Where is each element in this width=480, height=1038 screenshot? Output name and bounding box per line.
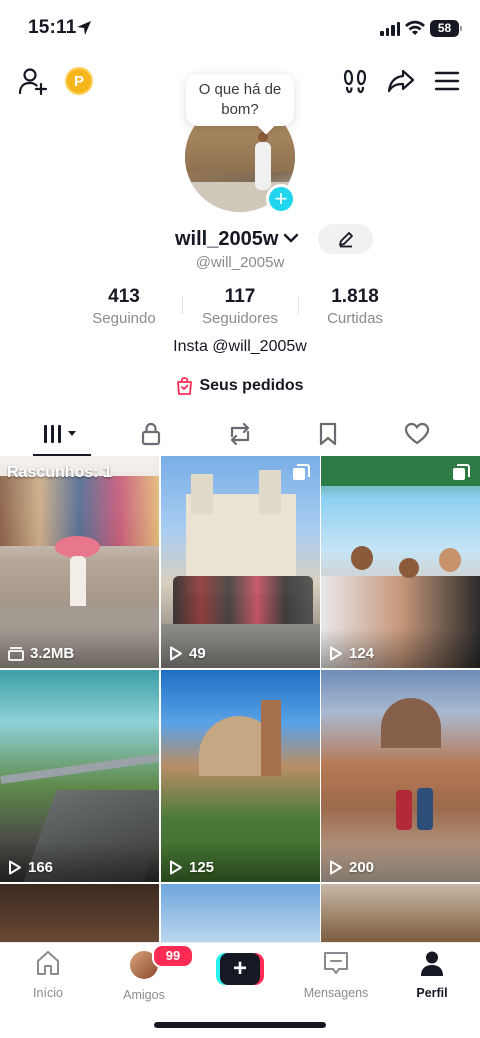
view-count-text: 166 xyxy=(28,859,54,876)
nav-profile[interactable]: Perfil xyxy=(384,949,480,1000)
stat-label: Curtidas xyxy=(327,310,383,327)
view-count: 125 xyxy=(169,859,214,876)
drafts-box-icon xyxy=(8,646,24,661)
share-profile-button[interactable] xyxy=(386,66,416,96)
add-user-icon xyxy=(18,68,48,95)
chevron-down-icon[interactable] xyxy=(283,232,299,244)
heart-icon xyxy=(404,422,430,445)
profile-stats: 413 Seguindo 117 Seguidores 1.818 Curtid… xyxy=(0,286,480,328)
video-tile[interactable] xyxy=(161,884,320,942)
tab-videos[interactable] xyxy=(32,414,92,454)
coin-icon[interactable]: P xyxy=(65,67,93,95)
pencil-icon xyxy=(338,232,353,248)
view-count-text: 200 xyxy=(349,859,375,876)
repost-icon xyxy=(230,422,250,446)
divider xyxy=(298,296,299,314)
view-count-text: 124 xyxy=(349,645,375,662)
draft-size: 3.2MB xyxy=(8,645,74,662)
footprints-button[interactable] xyxy=(340,66,370,96)
home-indicator xyxy=(154,1022,326,1028)
view-count: 166 xyxy=(8,859,53,876)
edit-profile-button[interactable] xyxy=(318,224,373,254)
message-icon xyxy=(324,952,348,974)
stat-following[interactable]: 413 Seguindo xyxy=(69,286,179,327)
view-count: 200 xyxy=(329,859,374,876)
tab-saved[interactable] xyxy=(298,414,358,454)
video-tile[interactable]: 166 xyxy=(0,670,159,882)
footprints-icon xyxy=(343,69,367,94)
nav-inbox[interactable]: Mensagens xyxy=(288,949,384,1000)
plus-icon: + xyxy=(220,953,260,985)
grid-bars-icon xyxy=(44,425,76,443)
status-bar: 15:11 58 xyxy=(0,0,480,58)
nav-label: Mensagens xyxy=(303,986,369,1000)
nav-label: Início xyxy=(33,986,63,1000)
play-icon xyxy=(9,860,21,875)
profile-handle: @will_2005w xyxy=(195,254,285,271)
location-arrow-icon xyxy=(77,21,91,35)
orders-link[interactable]: Seus pedidos xyxy=(0,375,480,397)
profile-bio: Insta @will_2005w xyxy=(173,338,307,355)
play-icon xyxy=(330,860,342,875)
draft-size-text: 3.2MB xyxy=(30,645,75,662)
draft-tile[interactable]: Rascunhos: 1 3.2MB xyxy=(0,456,159,668)
add-story-plus-icon[interactable]: + xyxy=(266,184,296,214)
friends-notification-badge: 99 xyxy=(152,944,194,968)
nav-label: Perfil xyxy=(416,986,448,1000)
battery-indicator: 58 xyxy=(430,20,462,37)
video-grid: Rascunhos: 1 3.2MB 49 124 166 125 200 xyxy=(0,456,480,942)
username-row: will_2005w xyxy=(0,226,480,252)
bookmark-icon xyxy=(319,422,337,446)
view-count: 124 xyxy=(329,645,374,662)
tab-private[interactable] xyxy=(121,414,181,454)
stat-label: Seguidores xyxy=(202,310,278,327)
hamburger-menu-icon xyxy=(434,71,460,91)
video-tile[interactable]: 125 xyxy=(161,670,320,882)
multi-image-icon xyxy=(453,464,470,480)
stat-followers[interactable]: 117 Seguidores xyxy=(185,286,295,327)
wifi-icon xyxy=(405,20,425,35)
orders-label: Seus pedidos xyxy=(199,377,304,394)
view-count-text: 125 xyxy=(189,859,215,876)
share-icon xyxy=(387,69,415,93)
lock-icon xyxy=(141,422,161,446)
shopping-bag-icon xyxy=(177,377,193,395)
tab-reposts[interactable] xyxy=(210,414,270,454)
nav-home[interactable]: Início xyxy=(0,949,96,1000)
stat-value: 1.818 xyxy=(331,286,379,307)
play-icon xyxy=(170,646,182,661)
video-tile[interactable]: 200 xyxy=(321,670,480,882)
video-tile[interactable] xyxy=(321,884,480,942)
username[interactable]: will_2005w xyxy=(175,228,278,251)
view-count: 49 xyxy=(169,645,206,662)
play-icon xyxy=(170,860,182,875)
view-count-text: 49 xyxy=(189,645,206,662)
stat-label: Seguindo xyxy=(92,310,156,327)
profile-tabs xyxy=(0,414,480,456)
home-icon xyxy=(37,951,59,975)
nav-label: Amigos xyxy=(123,988,165,1002)
stat-value: 117 xyxy=(224,286,256,307)
stat-value: 413 xyxy=(108,286,140,307)
status-time: 15:11 xyxy=(28,17,77,38)
add-friend-button[interactable] xyxy=(16,66,50,96)
multi-image-icon xyxy=(293,464,310,480)
video-tile[interactable]: 124 xyxy=(321,456,480,668)
status-tooltip[interactable]: O que há de bom? xyxy=(186,74,294,126)
person-icon xyxy=(421,951,443,976)
stat-likes[interactable]: 1.818 Curtidas xyxy=(300,286,410,327)
video-tile[interactable] xyxy=(0,884,159,942)
cellular-signal-icon xyxy=(380,22,400,36)
play-icon xyxy=(330,646,342,661)
create-button[interactable]: + xyxy=(216,953,264,985)
tab-liked[interactable] xyxy=(387,414,447,454)
menu-button[interactable] xyxy=(432,66,462,96)
divider xyxy=(182,296,183,314)
drafts-label: Rascunhos: 1 xyxy=(7,464,112,481)
video-tile[interactable]: 49 xyxy=(161,456,320,668)
